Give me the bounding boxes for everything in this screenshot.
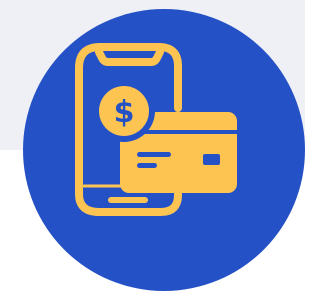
dollar-coin-icon: $ xyxy=(93,80,155,142)
card-line-2 xyxy=(137,163,157,168)
card-line-1 xyxy=(137,152,171,157)
card-chip xyxy=(203,154,220,165)
mobile-payment-card-icon: $ xyxy=(23,9,305,291)
mobile-payment-illustration: $ xyxy=(0,0,305,299)
phone-home-bar xyxy=(108,197,148,203)
dollar-sign-icon: $ xyxy=(114,95,135,130)
